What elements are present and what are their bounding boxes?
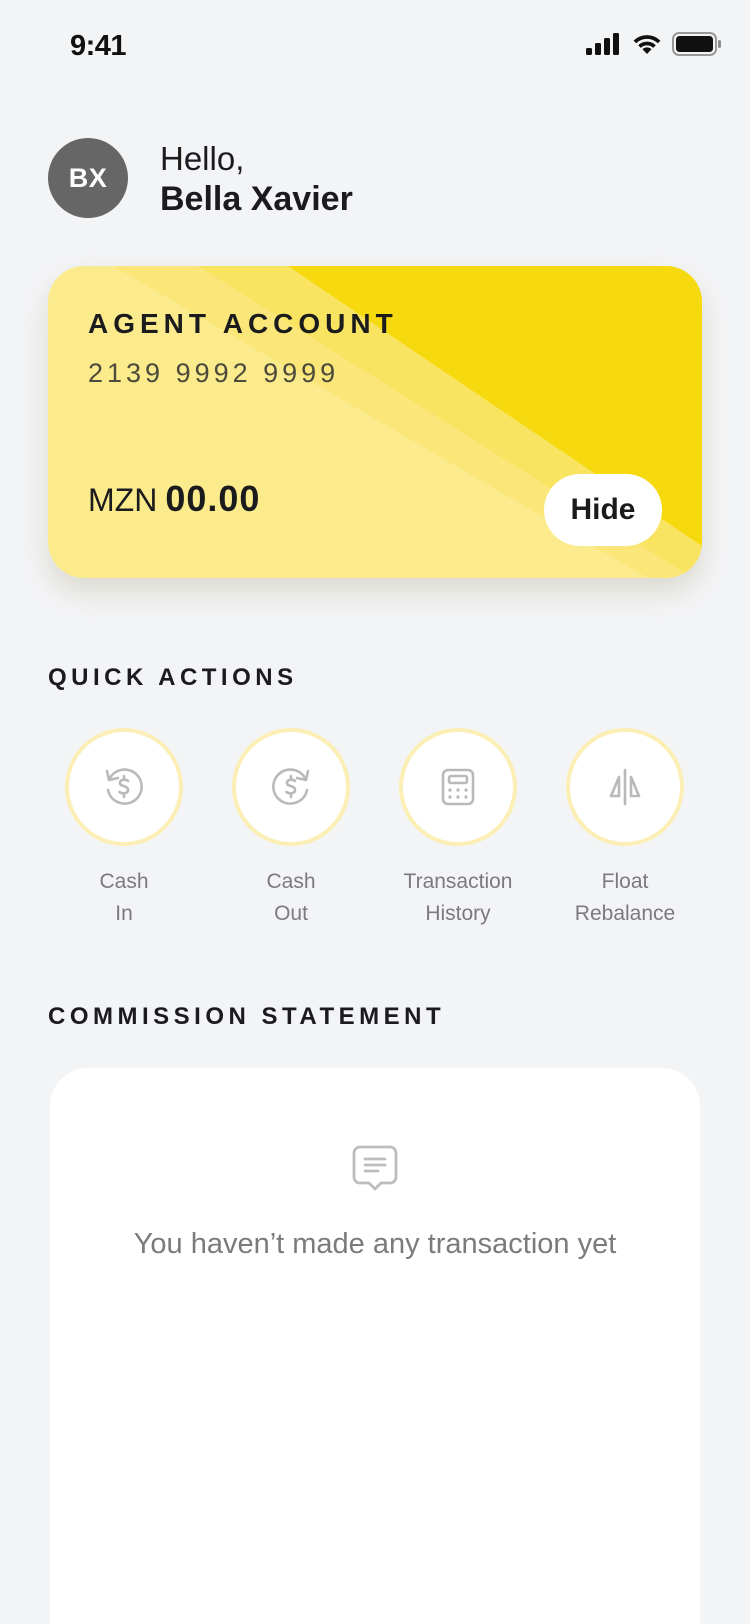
transaction-history-label: Transaction History xyxy=(374,866,542,930)
battery-icon xyxy=(672,32,721,56)
status-icons xyxy=(586,32,722,56)
float-rebalance-label-line1: Float xyxy=(601,870,649,893)
balance-currency: MZN xyxy=(88,482,158,518)
float-rebalance-label: Float Rebalance xyxy=(541,866,709,930)
wifi-icon xyxy=(633,35,661,54)
cash-out-button[interactable] xyxy=(232,728,350,846)
avatar[interactable]: BX xyxy=(48,138,128,218)
transaction-history-label-line2: History xyxy=(425,902,491,925)
commission-statement-heading: COMMISSION STATEMENT xyxy=(48,1003,446,1030)
cash-out-label: Cash Out xyxy=(207,866,375,930)
balance-amount: 00.00 xyxy=(165,478,261,519)
cash-out-label-line1: Cash xyxy=(266,870,316,893)
cash-in-action[interactable]: Cash In xyxy=(40,728,208,930)
cash-in-label: Cash In xyxy=(40,866,208,930)
quick-actions-heading: QUICK ACTIONS xyxy=(48,664,298,691)
commission-statement-card: You haven’t made any transaction yet xyxy=(50,1068,700,1624)
greeting-text: Hello, xyxy=(160,140,245,177)
float-rebalance-button[interactable] xyxy=(566,728,684,846)
calculator-icon xyxy=(441,768,475,806)
agent-account-card[interactable]: AGENT ACCOUNT 2139 9992 9999 MZN 00.00 H… xyxy=(48,266,702,578)
status-bar: 9:41 xyxy=(0,0,750,96)
card-title: AGENT ACCOUNT xyxy=(88,308,398,339)
float-rebalance-action[interactable]: Float Rebalance xyxy=(541,728,709,930)
user-name: Bella Xavier xyxy=(160,180,353,218)
transaction-history-label-line1: Transaction xyxy=(403,870,513,893)
status-time: 9:41 xyxy=(70,30,127,62)
cash-in-icon xyxy=(105,768,143,805)
message-icon xyxy=(352,1145,398,1191)
empty-state-message: You haven’t made any transaction yet xyxy=(133,1228,617,1260)
card-number: 2139 9992 9999 xyxy=(88,358,340,388)
home-screen: 9:41 BX Hello, Bella Xavier AGENT ACCOUN… xyxy=(0,0,750,1624)
rebalance-icon xyxy=(609,768,641,806)
hide-balance-button[interactable]: Hide xyxy=(544,474,662,546)
cash-out-action[interactable]: Cash Out xyxy=(207,728,375,930)
transaction-history-button[interactable] xyxy=(399,728,517,846)
cash-out-icon xyxy=(272,768,310,805)
transaction-history-action[interactable]: Transaction History xyxy=(374,728,542,930)
cash-in-button[interactable] xyxy=(65,728,183,846)
cash-out-label-line2: Out xyxy=(274,902,308,925)
float-rebalance-label-line2: Rebalance xyxy=(574,902,676,925)
avatar-initials: BX xyxy=(68,162,108,193)
card-balance: MZN 00.00 xyxy=(88,478,260,520)
cash-in-label-line1: Cash xyxy=(99,870,149,893)
signal-icon xyxy=(586,33,619,55)
cash-in-label-line2: In xyxy=(115,902,133,925)
